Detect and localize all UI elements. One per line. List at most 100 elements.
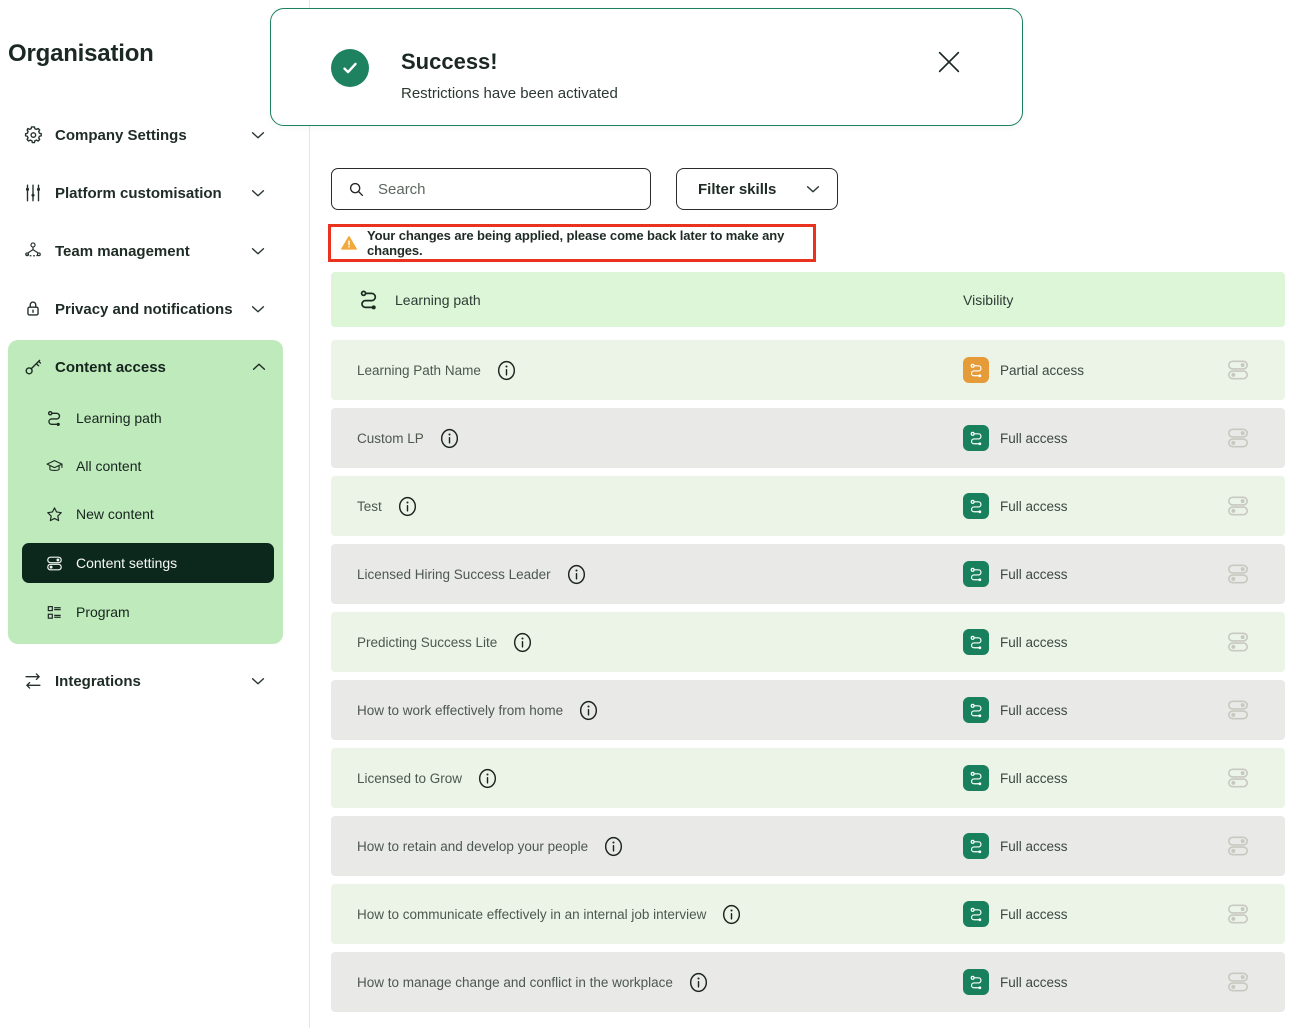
sidebar-item-company-settings[interactable]: Company Settings xyxy=(0,106,309,164)
sidebar-item-content-access[interactable]: Content access xyxy=(8,340,283,394)
toggles-icon[interactable] xyxy=(1225,424,1251,452)
info-icon[interactable] xyxy=(439,427,460,450)
header-name-label: Learning path xyxy=(395,292,481,308)
table-row: Custom LP Full access xyxy=(331,408,1285,468)
chevron-down-icon xyxy=(248,241,268,261)
sidebar-subitem-learning-path[interactable]: Learning path xyxy=(8,394,283,442)
warning-message: Your changes are being applied, please c… xyxy=(367,228,813,258)
toggles-icon[interactable] xyxy=(1225,900,1251,928)
toggles-icon[interactable] xyxy=(1225,560,1251,588)
sidebar-subitem-label: New content xyxy=(76,506,154,522)
table-row: Learning Path Name Partial access xyxy=(331,340,1285,400)
info-icon[interactable] xyxy=(512,631,533,654)
access-label: Full access xyxy=(1000,839,1068,854)
table-row: How to manage change and conflict in the… xyxy=(331,952,1285,1012)
access-label: Full access xyxy=(1000,975,1068,990)
info-icon[interactable] xyxy=(578,699,599,722)
row-name-cell: How to communicate effectively in an int… xyxy=(357,903,963,926)
graduation-cap-icon xyxy=(45,457,64,476)
info-icon[interactable] xyxy=(603,835,624,858)
access-label: Full access xyxy=(1000,499,1068,514)
table-header: Learning path Visibility xyxy=(331,272,1285,327)
access-label: Full access xyxy=(1000,431,1068,446)
sidebar-subitem-new-content[interactable]: New content xyxy=(8,490,283,538)
table-row: Licensed to Grow Full access xyxy=(331,748,1285,808)
path-icon xyxy=(968,634,985,651)
row-visibility-cell: Full access xyxy=(963,901,1225,927)
row-name: Learning Path Name xyxy=(357,363,481,378)
warning-triangle-icon xyxy=(340,234,358,252)
info-icon[interactable] xyxy=(721,903,742,926)
row-actions-cell xyxy=(1225,696,1285,724)
info-icon[interactable] xyxy=(496,359,517,382)
row-name: Custom LP xyxy=(357,431,424,446)
row-name: How to manage change and conflict in the… xyxy=(357,975,673,990)
access-badge xyxy=(963,765,989,791)
row-name: Predicting Success Lite xyxy=(357,635,497,650)
success-check-icon xyxy=(331,49,369,87)
toggles-icon[interactable] xyxy=(1225,356,1251,384)
sidebar-subitem-label: Learning path xyxy=(76,410,162,426)
sidebar-subitem-content-settings[interactable]: Content settings xyxy=(22,543,274,583)
sidebar-item-privacy-notifications[interactable]: Privacy and notifications xyxy=(0,280,309,338)
lock-icon xyxy=(22,298,44,320)
row-name: Licensed Hiring Success Leader xyxy=(357,567,551,582)
row-actions-cell xyxy=(1225,968,1285,996)
chevron-down-icon xyxy=(248,671,268,691)
sliders-icon xyxy=(22,182,44,204)
table-row: Test Full access xyxy=(331,476,1285,536)
toggles-icon[interactable] xyxy=(1225,696,1251,724)
toggles-icon[interactable] xyxy=(1225,968,1251,996)
row-name-cell: How to work effectively from home xyxy=(357,699,963,722)
sidebar-nav: Company Settings Platform customisation … xyxy=(0,106,309,710)
toggles-icon[interactable] xyxy=(1225,764,1251,792)
info-icon[interactable] xyxy=(688,971,709,994)
filter-skills-label: Filter skills xyxy=(698,181,776,198)
path-icon xyxy=(968,974,985,991)
sidebar-item-label: Company Settings xyxy=(55,127,187,144)
access-badge xyxy=(963,357,989,383)
table-row: How to work effectively from home Full a… xyxy=(331,680,1285,740)
row-name-cell: Licensed Hiring Success Leader xyxy=(357,563,963,586)
sidebar-item-integrations[interactable]: Integrations xyxy=(0,652,309,710)
header-name-cell: Learning path xyxy=(357,288,963,312)
access-label: Full access xyxy=(1000,907,1068,922)
access-label: Full access xyxy=(1000,567,1068,582)
access-label: Full access xyxy=(1000,703,1068,718)
access-badge xyxy=(963,561,989,587)
toast-title: Success! xyxy=(401,49,498,75)
row-name: Licensed to Grow xyxy=(357,771,462,786)
row-name-cell: Learning Path Name xyxy=(357,359,963,382)
sidebar-subitem-program[interactable]: Program xyxy=(8,588,283,636)
sidebar-item-team-management[interactable]: Team management xyxy=(0,222,309,280)
sidebar-subitem-label: Program xyxy=(76,604,130,620)
filter-skills-dropdown[interactable]: Filter skills xyxy=(676,168,838,210)
access-badge xyxy=(963,629,989,655)
chevron-up-icon xyxy=(249,357,269,377)
row-name: How to communicate effectively in an int… xyxy=(357,907,706,922)
close-icon[interactable] xyxy=(934,47,964,77)
toggles-icon[interactable] xyxy=(1225,492,1251,520)
sidebar-item-label: Privacy and notifications xyxy=(55,301,233,318)
search-input[interactable] xyxy=(378,181,628,198)
row-visibility-cell: Full access xyxy=(963,969,1225,995)
path-icon xyxy=(45,409,64,428)
path-icon xyxy=(968,430,985,447)
info-icon[interactable] xyxy=(397,495,418,518)
row-actions-cell xyxy=(1225,832,1285,860)
sidebar-item-platform-customisation[interactable]: Platform customisation xyxy=(0,164,309,222)
toggles-icon[interactable] xyxy=(1225,628,1251,656)
table-row: How to retain and develop your people Fu… xyxy=(331,816,1285,876)
info-icon[interactable] xyxy=(566,563,587,586)
sidebar-item-label: Team management xyxy=(55,243,190,260)
sidebar-subitem-all-content[interactable]: All content xyxy=(8,442,283,490)
path-icon xyxy=(968,838,985,855)
info-icon[interactable] xyxy=(477,767,498,790)
path-icon xyxy=(968,566,985,583)
search-icon xyxy=(347,180,366,199)
row-actions-cell xyxy=(1225,424,1285,452)
table-body: Learning Path Name Partial access Custom… xyxy=(331,340,1285,1012)
row-visibility-cell: Full access xyxy=(963,561,1225,587)
toggles-icon[interactable] xyxy=(1225,832,1251,860)
access-badge xyxy=(963,833,989,859)
